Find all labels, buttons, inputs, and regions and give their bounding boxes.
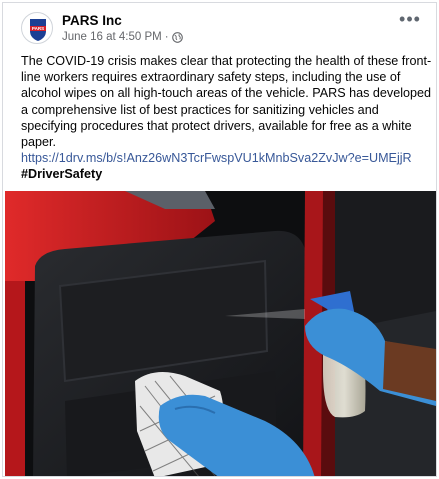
post-timestamp[interactable]: June 16 at 4:50 PM	[62, 31, 162, 43]
post-meta: June 16 at 4:50 PM ·	[62, 31, 183, 43]
globe-icon	[171, 31, 183, 43]
photo-illustration	[5, 191, 436, 476]
post-photo[interactable]	[5, 191, 436, 476]
page-name[interactable]: PARS Inc	[62, 13, 122, 28]
meta-separator: ·	[164, 31, 169, 43]
page-avatar[interactable]: PARS	[21, 12, 53, 44]
post-body: The COVID-19 crisis makes clear that pro…	[21, 53, 433, 183]
facebook-post: PARS PARS Inc June 16 at 4:50 PM · ••• T…	[2, 2, 437, 477]
post-link[interactable]: https://1drv.ms/b/s!Anz26wN3TcrFwspVU1kM…	[21, 150, 433, 166]
more-options-button[interactable]: •••	[398, 10, 422, 34]
post-header: PARS PARS Inc June 16 at 4:50 PM · •••	[3, 3, 436, 51]
hashtag-link[interactable]: #DriverSafety	[21, 166, 433, 182]
pars-logo: PARS	[30, 19, 46, 41]
post-text: The COVID-19 crisis makes clear that pro…	[21, 54, 432, 150]
logo-text: PARS	[32, 26, 44, 31]
